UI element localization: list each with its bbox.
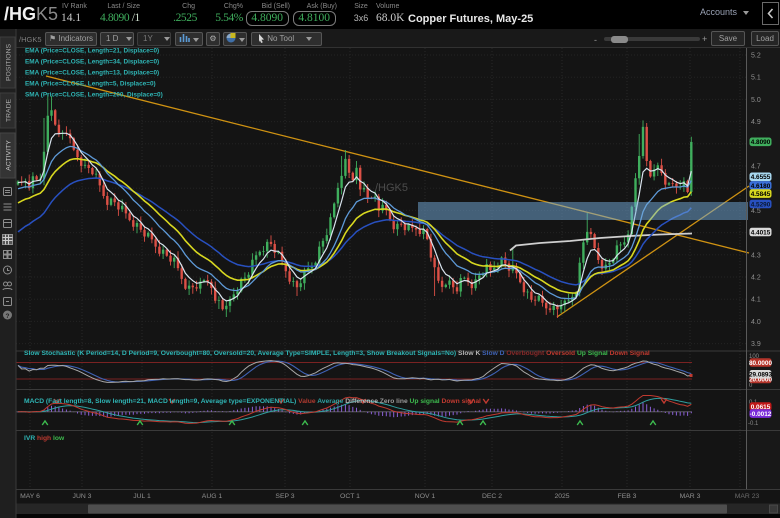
svg-text:-0.0012: -0.0012: [750, 411, 772, 418]
svg-text:AUG 1: AUG 1: [202, 493, 223, 500]
svg-text:DEC 2: DEC 2: [482, 493, 502, 500]
svg-text:EMA (Price=CLOSE, Length=34, D: EMA (Price=CLOSE, Length=34, Displace=0): [25, 59, 159, 66]
svg-text:EMA (Price=CLOSE, Length=5, Di: EMA (Price=CLOSE, Length=5, Displace=0): [25, 81, 156, 88]
svg-text:5.0: 5.0: [751, 97, 761, 104]
svg-text:MAR 23: MAR 23: [735, 493, 760, 500]
svg-text:4.6555: 4.6555: [751, 174, 771, 181]
svg-text:4.5290: 4.5290: [751, 201, 771, 208]
svg-text:4.1: 4.1: [751, 297, 761, 304]
svg-text:MAR 3: MAR 3: [680, 493, 701, 500]
svg-text:FEB 3: FEB 3: [618, 493, 637, 500]
svg-text:4.7: 4.7: [751, 164, 761, 171]
svg-text:4.5845: 4.5845: [751, 191, 771, 198]
svg-text:3.9: 3.9: [751, 341, 761, 348]
svg-text:EMA (Price=CLOSE, Length=21, D: EMA (Price=CLOSE, Length=21, Displace=0): [25, 48, 159, 55]
svg-text:SMA (Price=CLOSE, Length=200,: SMA (Price=CLOSE, Length=200, Displace=0…: [25, 92, 163, 99]
svg-text:?: ?: [6, 313, 10, 320]
svg-text:2025: 2025: [554, 493, 569, 500]
svg-text:TRADE: TRADE: [6, 99, 13, 123]
svg-text:5.2: 5.2: [751, 53, 761, 60]
svg-text:Slow Stochastic (K Period=14,: Slow Stochastic (K Period=14, D Period=9…: [24, 350, 650, 357]
svg-text:4.3: 4.3: [751, 252, 761, 259]
svg-text:-0.1: -0.1: [748, 421, 759, 427]
svg-text:4.4015: 4.4015: [751, 229, 771, 236]
svg-text:4.9: 4.9: [751, 119, 761, 126]
svg-text:80.0000: 80.0000: [749, 360, 773, 367]
svg-text:29.0893: 29.0893: [749, 372, 773, 379]
svg-text:/HGK5: /HGK5: [375, 182, 408, 194]
svg-text:4.6180: 4.6180: [751, 183, 771, 190]
svg-text:4.2: 4.2: [751, 275, 761, 282]
svg-text:5.1: 5.1: [751, 75, 761, 82]
svg-text:NOV 1: NOV 1: [415, 493, 436, 500]
svg-text:JUL 1: JUL 1: [133, 493, 151, 500]
svg-text:POSITIONS: POSITIONS: [6, 44, 13, 81]
svg-text:ACTIVITY: ACTIVITY: [6, 140, 13, 171]
svg-text:SEP 3: SEP 3: [275, 493, 294, 500]
svg-text:JUN 3: JUN 3: [73, 493, 92, 500]
svg-text:EMA (Price=CLOSE, Length=13, D: EMA (Price=CLOSE, Length=13, Displace=0): [25, 70, 159, 77]
svg-text:4.8090: 4.8090: [751, 139, 771, 146]
svg-text:OCT 1: OCT 1: [340, 493, 360, 500]
svg-text:MAY 6: MAY 6: [20, 493, 40, 500]
svg-text:IVR high low: IVR high low: [24, 435, 65, 442]
svg-text:4.0: 4.0: [751, 319, 761, 326]
svg-text:MACD (Fast length=8, Slow leng: MACD (Fast length=8, Slow length=21, MAC…: [24, 398, 481, 405]
svg-text:4.5: 4.5: [751, 208, 761, 215]
